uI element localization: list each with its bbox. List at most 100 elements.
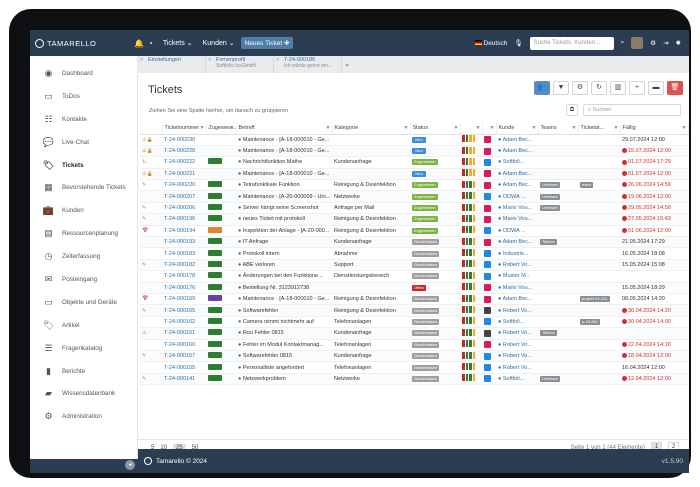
gear-icon[interactable]: ✹ [676,39,681,47]
clock-icon[interactable]: ◔ [148,39,153,48]
subject-cell[interactable]: ● Protokoll intern [236,247,332,260]
table-row[interactable]: T-24-000207 ● Maintenance - [A-20-000009 … [140,190,688,203]
sidebar-item-kunden[interactable]: 💼 Kunden [30,199,137,222]
sidebar-item-wissensdatenbank[interactable]: ▰ Wissensdatenbank [30,382,137,405]
delete-button[interactable]: 🗑 [667,81,683,95]
ticket-number-link[interactable]: T-24-000193 [162,236,206,249]
subject-cell[interactable]: ● Nachrichtfunktion Mathe [236,156,332,169]
ticket-number-link[interactable]: T-24-000165 [162,304,206,317]
ticket-number-link[interactable]: T-24-000194 [162,225,206,238]
customer-cell[interactable]: ● Softfoli... [496,316,538,329]
table-row[interactable]: T-24-000178 ● Änderungen bei den Funktion… [140,270,688,283]
menu-kunden[interactable]: Kunden ⌄ [203,39,235,48]
table-row[interactable]: T-24-000193 ● IT Anfrage Kundenanfrage Gesc… [140,236,688,249]
table-row[interactable]: 📅 T-24-000194 ● Inspektion der Anlage - [A… [140,225,688,238]
table-row[interactable]: ✎ T-24-000165 ● Softwarefehler Reinigung & … [140,304,688,317]
table-row[interactable]: 📅 T-24-000169 ● Maintenance - [A-18-000010… [140,293,688,306]
ticket-number-link[interactable]: T-24-000228 [162,145,206,158]
bell-icon[interactable]: 🔔 [134,39,144,48]
table-row[interactable]: T-24-000162 ● Camera nimmt nichtmehr auf T… [140,316,688,329]
refresh-button[interactable]: ↻ [591,81,607,95]
search-icon[interactable]: ⌕ [621,39,625,47]
subject-cell[interactable]: ● Fehler im Modul Kontaktmanag... [236,339,332,351]
column-header[interactable]: Betreff ▼ [236,123,333,135]
subject-cell[interactable]: ● Änderungen bei den Funktione... [236,270,332,283]
table-row[interactable]: ↻ T-24-000222 ● Nachrichtfunktion Mathe Kun… [140,156,688,169]
column-header[interactable]: Zugewies... ▼ [206,123,237,135]
subject-cell[interactable]: ● Maintenance - [A-18-000010 - Ge... [236,168,332,181]
table-row[interactable]: ⚠🔒 T-24-000230 ● Maintenance - [A-18-00001… [140,134,688,146]
customer-cell[interactable]: ● Softfoli... [496,156,538,169]
subject-cell[interactable]: ● Bestellung Nr. 3123912738 [236,282,332,294]
ticket-number-link[interactable]: T-24-000220 [162,179,206,192]
table-row[interactable]: T-24-000155 ● Personalliste angefordert Te… [140,361,688,374]
ticket-number-link[interactable]: T-24-000161 [162,327,206,340]
sidebar-item-kontakte[interactable]: ☷ Kontakte [30,108,137,131]
subject-cell[interactable]: ● IT Anfrage [236,236,332,249]
settings-icon[interactable]: ⚙ [650,39,656,47]
app-logo[interactable]: TAMARELLO [30,38,116,48]
sidebar-item-dashboard[interactable]: ◉ Dashboard [30,62,137,85]
customer-cell[interactable]: ● ODWA ... [496,190,538,203]
table-row[interactable]: ⚠🔒 T-24-000228 ● Maintenance - [A-18-00001… [140,145,688,158]
close-icon[interactable]: × [276,57,279,63]
customer-cell[interactable]: ● ODWA ... [496,225,538,238]
ticket-number-link[interactable]: T-24-000162 [162,316,206,329]
language-select[interactable]: Deutsch [474,39,507,47]
ticket-number-link[interactable]: T-24-000196 [162,213,206,226]
sidebar-item-ressourcenplanung[interactable]: ▤ Ressourcenplanung [30,222,137,245]
ticket-number-link[interactable]: T-24-000206 [162,202,206,215]
table-row[interactable]: T-24-000160 ● Fehler im Modul Kontaktmana… [140,339,688,351]
customer-cell[interactable]: ● Industrie... [496,247,538,260]
subject-cell[interactable]: ● Personalliste angefordert [236,361,332,374]
column-header[interactable]: Ticketnummer ▼ [162,123,207,135]
sidebar-item-objekte-und-ger-te[interactable]: ▭ Objekte und Geräte [30,291,137,314]
filter-icon[interactable]: ▼ [404,125,409,131]
sidebar-item-posteingang[interactable]: ✉ Posteingang [30,268,137,291]
document-tab[interactable]: × Einstellungen [138,56,206,73]
ticket-number-link[interactable]: T-24-000178 [162,270,206,283]
subject-cell[interactable]: ● ABE verloren [236,259,332,272]
subject-cell[interactable]: ● Rou Fehler 0815 [236,327,332,340]
subject-cell[interactable]: ● neues Ticket mit protokoll [236,213,332,226]
avatar[interactable] [631,37,644,49]
column-header[interactable]: ▼ [482,123,497,135]
subject-cell[interactable]: ● Maintenance - [A-20-000009 - Uni... [236,190,332,203]
customer-cell[interactable]: ● Robert Vo... [496,350,538,363]
subject-cell[interactable]: ● Softwarefehler [236,304,332,317]
subject-cell[interactable]: ● Server hängt seine Screenshot [236,202,332,215]
subject-cell[interactable]: ● Camera nimmt nichtmehr auf [236,316,332,329]
subject-cell[interactable]: ● Maintenance - [A-18-000010 - Ge... [236,293,332,306]
ticket-number-link[interactable]: T-24-000169 [162,293,206,306]
chevron-down-icon[interactable]: ⌄ [342,56,352,73]
ticket-number-link[interactable]: T-24-000141 [162,373,206,386]
logout-icon[interactable]: ⇥ [663,39,668,47]
sidebar-item-tickets[interactable]: 🏷 Tickets [30,154,137,177]
customer-cell[interactable]: ● Softfoli... [496,373,538,386]
sidebar-toggle-button[interactable]: ◂ [125,460,135,470]
table-row[interactable]: ✎ T-24-000141 ● Netzwerkproblem Netzwerke Ge… [140,373,688,386]
ticket-number-link[interactable]: T-24-000160 [162,339,206,351]
customer-cell[interactable]: ● Robert Vo... [496,259,538,272]
ticket-number-link[interactable]: T-24-000176 [162,282,206,294]
customer-cell[interactable]: ● Mario Vou... [496,282,538,294]
subject-cell[interactable]: ● Maintenance - [A-18-000010 - Ge... [236,134,332,146]
sidebar-item-artikel[interactable]: 🏷 Artikel [30,314,137,337]
column-header[interactable]: Teams ▼ [538,123,579,135]
microphone-icon[interactable]: 🎙 [514,39,522,47]
add-button[interactable]: + [629,81,645,95]
settings-button[interactable]: ⚙ [572,81,588,95]
table-row[interactable]: ✎ T-24-000206 ● Server hängt seine Screens… [140,202,688,215]
sidebar-item-fragenkatalog[interactable]: ☰ Fragenkatalog [30,337,137,360]
customer-cell[interactable]: ● Robert Vo... [496,327,538,340]
sidebar-item-berichte[interactable]: ▮ Berichte [30,360,137,383]
customer-cell[interactable]: ● Adam Bec... [496,134,538,146]
subject-cell[interactable]: ● Inspektion der Anlage - [A-20-000... [236,225,332,238]
close-icon[interactable]: × [140,57,143,63]
customer-cell[interactable]: ● Mario Vou... [496,213,538,226]
ticket-number-link[interactable]: T-24-000155 [162,361,206,374]
customer-cell[interactable]: ● Robert Vo... [496,339,538,351]
customer-cell[interactable]: ● Adam Bec... [496,168,538,181]
table-row[interactable]: ✎ T-24-000220 ● Tetrafunktkale Funktion Rei… [140,179,688,192]
filter-icon[interactable]: ▼ [614,125,619,131]
